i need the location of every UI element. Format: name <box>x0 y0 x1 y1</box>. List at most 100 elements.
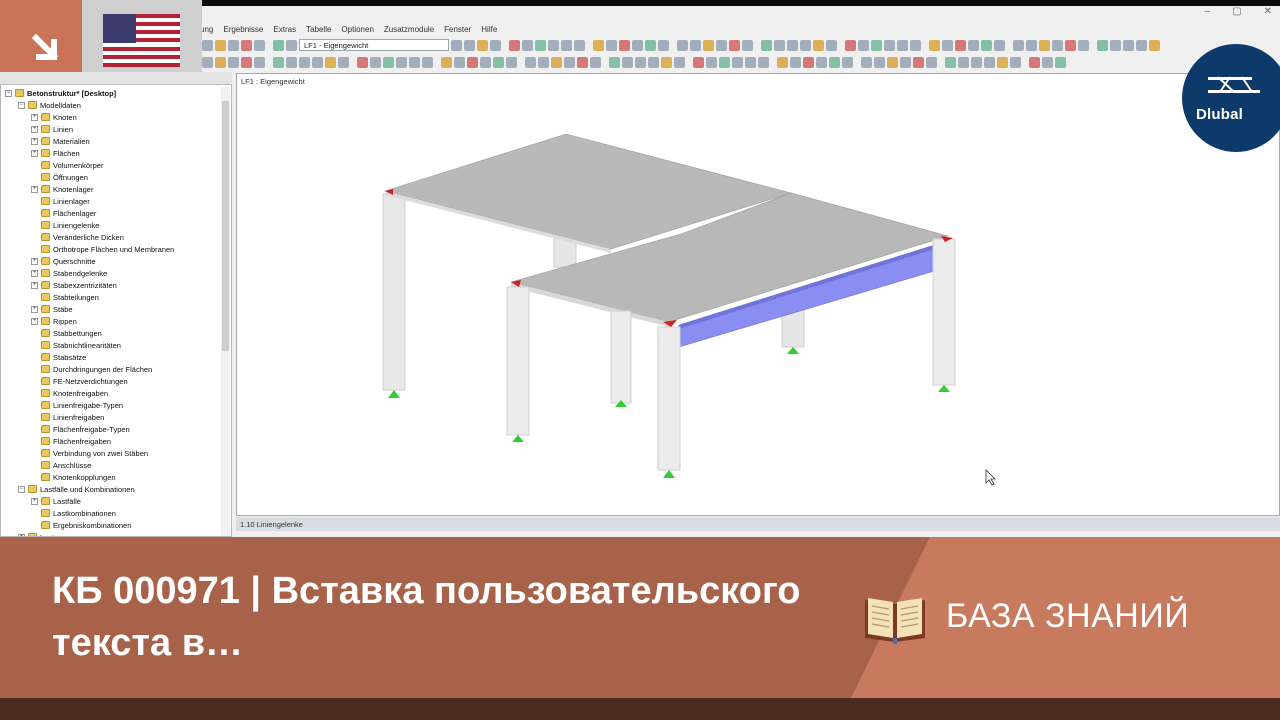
tree-item[interactable]: Linienlager <box>31 195 90 207</box>
menu-item[interactable]: Hilfe <box>481 25 497 34</box>
toolbar-button-icon[interactable] <box>826 39 837 51</box>
tree-item[interactable]: + Stäbe <box>31 303 73 315</box>
tree-item[interactable]: + Knotenlager <box>31 183 93 195</box>
menu-item[interactable]: Optionen <box>341 25 373 34</box>
toolbar-button-icon[interactable] <box>525 56 536 68</box>
toolbar-button-icon[interactable] <box>338 56 349 68</box>
toolbar-button-icon[interactable] <box>506 56 517 68</box>
toolbar-button-icon[interactable] <box>561 39 572 51</box>
toolbar-button-icon[interactable] <box>693 56 704 68</box>
toolbar-button-icon[interactable] <box>241 56 252 68</box>
table-panel-header[interactable]: 1.10 Liniengelenke <box>236 517 1280 531</box>
toolbar-button-icon[interactable] <box>454 56 465 68</box>
toolbar-button-icon[interactable] <box>829 56 840 68</box>
toolbar-button-icon[interactable] <box>777 56 788 68</box>
toolbar-button-icon[interactable] <box>451 39 462 51</box>
toolbar-button-icon[interactable] <box>958 56 969 68</box>
navigator-scrollbar[interactable] <box>221 87 230 536</box>
toolbar-button-icon[interactable] <box>945 56 956 68</box>
toolbar-button-icon[interactable] <box>215 39 226 51</box>
tree-item[interactable]: + Querschnitte <box>31 255 96 267</box>
toolbar-button-icon[interactable] <box>858 39 869 51</box>
toolbar-button-icon[interactable] <box>1026 39 1037 51</box>
toolbar-button-icon[interactable] <box>787 39 798 51</box>
model-view[interactable]: LF1 : Eigengewicht <box>236 73 1280 516</box>
toolbar-button-icon[interactable] <box>273 39 284 51</box>
toolbar-button-icon[interactable] <box>1065 39 1076 51</box>
toolbar-button-icon[interactable] <box>1042 56 1053 68</box>
toolbar-button-icon[interactable] <box>997 56 1008 68</box>
tree-item[interactable]: Liniengelenke <box>31 219 99 231</box>
expand-toggle-icon[interactable]: + <box>31 257 38 265</box>
toolbar-button-icon[interactable] <box>971 56 982 68</box>
toolbar-button-icon[interactable] <box>968 39 979 51</box>
toolbar-button-icon[interactable] <box>813 39 824 51</box>
toolbar-button-icon[interactable] <box>609 56 620 68</box>
toolbar-button-icon[interactable] <box>1136 39 1147 51</box>
tree-item[interactable]: Lastkombinationen <box>31 507 116 519</box>
toolbar-button-icon[interactable] <box>480 56 491 68</box>
toolbar-button-icon[interactable] <box>994 39 1005 51</box>
tree-item[interactable]: Ergebniskombinationen <box>31 519 131 531</box>
toolbar-button-icon[interactable] <box>477 39 488 51</box>
toolbar-button-icon[interactable] <box>706 56 717 68</box>
menu-item[interactable]: Tabelle <box>306 25 331 34</box>
toolbar-button-icon[interactable] <box>228 39 239 51</box>
toolbar-button-icon[interactable] <box>703 39 714 51</box>
toolbar-button-icon[interactable] <box>1097 39 1108 51</box>
toolbar-button-icon[interactable] <box>574 39 585 51</box>
toolbar-button-icon[interactable] <box>677 39 688 51</box>
tree-item[interactable]: Knotenfreigaben <box>31 387 108 399</box>
toolbar-button-icon[interactable] <box>509 39 520 51</box>
toolbar-button-icon[interactable] <box>803 56 814 68</box>
toolbar-button-icon[interactable] <box>577 56 588 68</box>
toolbar-button-icon[interactable] <box>761 39 772 51</box>
toolbar-button-icon[interactable] <box>632 39 643 51</box>
toolbar-button-icon[interactable] <box>674 56 685 68</box>
expand-toggle-icon[interactable]: + <box>31 113 38 121</box>
tree-item[interactable]: + Lastfälle <box>31 495 81 507</box>
toolbar-button-icon[interactable] <box>1149 39 1160 51</box>
expand-toggle-icon[interactable]: + <box>31 497 38 505</box>
expand-toggle-icon[interactable]: + <box>31 137 38 145</box>
toolbar-button-icon[interactable] <box>1110 39 1121 51</box>
expand-toggle-icon[interactable]: + <box>31 185 38 193</box>
toolbar-button-icon[interactable] <box>816 56 827 68</box>
tree-item[interactable]: Flächenfreigaben <box>31 435 111 447</box>
toolbar-button-icon[interactable] <box>719 56 730 68</box>
toolbar-button-icon[interactable] <box>645 39 656 51</box>
expand-toggle-icon[interactable]: − <box>5 89 12 97</box>
toolbar-button-icon[interactable] <box>254 39 265 51</box>
tree-item[interactable]: Verbindung von zwei Stäben <box>31 447 148 459</box>
toolbar-button-icon[interactable] <box>732 56 743 68</box>
menu-item[interactable]: Zusatzmodule <box>384 25 434 34</box>
toolbar-button-icon[interactable] <box>910 39 921 51</box>
tree-root[interactable]: − Betonstruktur* [Desktop] <box>5 87 116 99</box>
toolbar-button-icon[interactable] <box>758 56 769 68</box>
toolbar-button-icon[interactable] <box>690 39 701 51</box>
toolbar-button-icon[interactable] <box>729 39 740 51</box>
toolbar-button-icon[interactable] <box>897 39 908 51</box>
toolbar-button-icon[interactable] <box>929 39 940 51</box>
toolbar-button-icon[interactable] <box>984 56 995 68</box>
toolbar-button-icon[interactable] <box>790 56 801 68</box>
menu-item[interactable]: Ergebnisse <box>223 25 263 34</box>
tree-item[interactable]: Anschlüsse <box>31 459 91 471</box>
tree-item[interactable]: − Modelldaten <box>18 99 81 111</box>
toolbar-button-icon[interactable] <box>942 39 953 51</box>
expand-toggle-icon[interactable]: + <box>31 305 38 313</box>
expand-toggle-icon[interactable]: + <box>31 281 38 289</box>
toolbar-button-icon[interactable] <box>842 56 853 68</box>
toolbar-button-icon[interactable] <box>1029 56 1040 68</box>
toolbar-button-icon[interactable] <box>467 56 478 68</box>
tree-item[interactable]: Durchdringungen der Flächen <box>31 363 152 375</box>
tree-item[interactable]: − Lastfälle und Kombinationen <box>18 483 135 495</box>
toolbar-button-icon[interactable] <box>861 56 872 68</box>
tree-item[interactable]: Flächenfreigabe-Typen <box>31 423 130 435</box>
toolbar-button-icon[interactable] <box>273 56 284 68</box>
expand-toggle-icon[interactable]: − <box>18 485 25 493</box>
toolbar-button-icon[interactable] <box>1010 56 1021 68</box>
toolbar-button-icon[interactable] <box>535 39 546 51</box>
toolbar-button-icon[interactable] <box>422 56 433 68</box>
toolbar-button-icon[interactable] <box>1078 39 1089 51</box>
